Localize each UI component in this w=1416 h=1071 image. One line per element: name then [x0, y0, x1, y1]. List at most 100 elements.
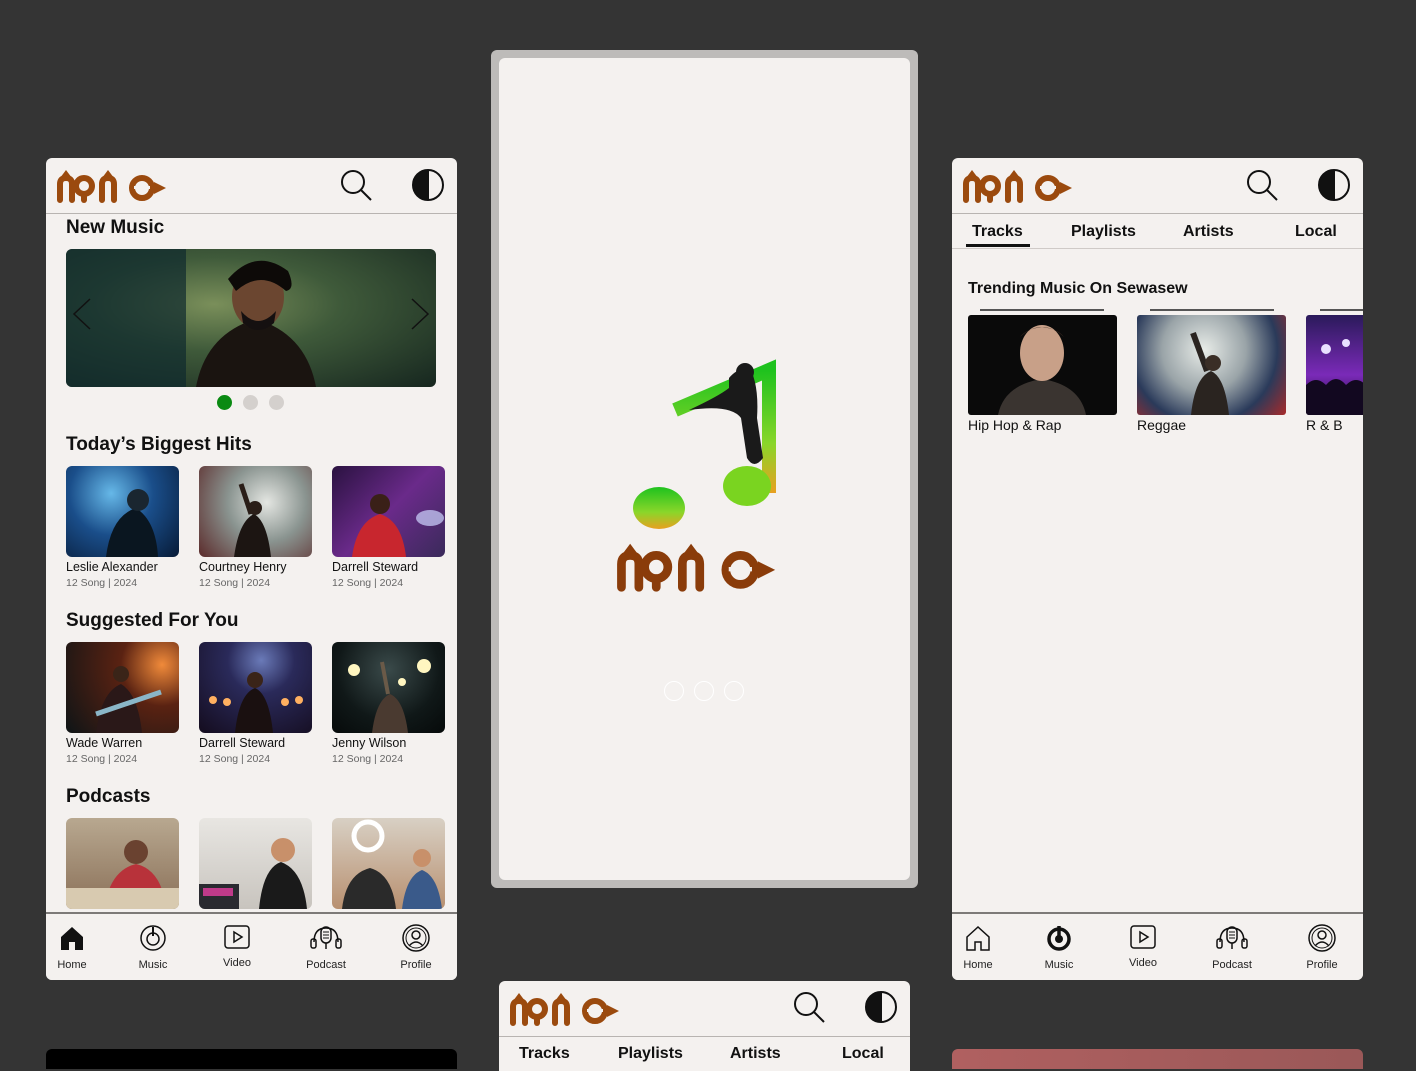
partial-screen-red: [952, 1049, 1363, 1069]
podcasts-title: Podcasts: [66, 786, 151, 807]
hit-name: Leslie Alexander: [66, 560, 158, 574]
genre-line: [1320, 309, 1363, 311]
suggested-meta: 12 Song | 2024: [66, 753, 138, 765]
hit-name: Darrell Steward: [332, 560, 419, 574]
bottom-nav: Home Music Video Podcast Profile: [46, 912, 457, 980]
video-icon: [224, 925, 250, 949]
hit-meta: 12 Song | 2024: [199, 577, 271, 589]
genre-card-artwork[interactable]: [1306, 315, 1363, 415]
genre-name: R & B: [1306, 417, 1343, 433]
hits-title: Today’s Biggest Hits: [66, 434, 252, 455]
tab-active-indicator: [966, 244, 1030, 247]
genre-name: Hip Hop & Rap: [968, 417, 1062, 433]
suggested-card-artwork[interactable]: [332, 642, 445, 733]
suggested-meta: 12 Song | 2024: [332, 753, 404, 765]
theme-toggle-icon[interactable]: [863, 989, 899, 1025]
trending-title: Trending Music On Sewasew: [968, 280, 1188, 297]
genre-card-artwork[interactable]: [1137, 315, 1286, 415]
nav-music-label: Music: [1044, 959, 1074, 971]
splash-logo: [617, 543, 776, 592]
tab-playlists[interactable]: Playlists: [618, 1045, 683, 1063]
chevron-left-icon[interactable]: [70, 297, 94, 331]
new-music-carousel[interactable]: [66, 249, 436, 387]
carousel-dot[interactable]: [269, 395, 284, 410]
podcast-card-artwork[interactable]: [199, 818, 312, 909]
nav-home[interactable]: Home: [952, 924, 1018, 971]
nav-podcast-label: Podcast: [306, 959, 346, 971]
splash-frame: [491, 50, 918, 888]
app-logo[interactable]: [507, 989, 637, 1029]
suggested-card-artwork[interactable]: [66, 642, 179, 733]
music-tabs: Tracks Playlists Artists Local: [952, 214, 1363, 249]
tab-tracks[interactable]: Tracks: [972, 223, 1023, 241]
search-icon[interactable]: [1244, 167, 1280, 203]
bottom-nav: Home Music Video Podcast Profile: [952, 912, 1363, 980]
tab-tracks[interactable]: Tracks: [519, 1045, 570, 1063]
nav-video[interactable]: Video: [1103, 924, 1183, 969]
genre-line: [980, 309, 1104, 311]
theme-toggle-icon[interactable]: [410, 167, 446, 203]
tab-artists[interactable]: Artists: [730, 1045, 781, 1063]
carousel-artwork: [66, 249, 316, 387]
suggested-name: Darrell Steward: [199, 736, 286, 750]
tab-playlists[interactable]: Playlists: [1071, 223, 1136, 241]
carousel-dot[interactable]: [243, 395, 258, 410]
tab-local[interactable]: Local: [842, 1045, 884, 1063]
nav-video-label: Video: [223, 957, 251, 969]
hit-meta: 12 Song | 2024: [66, 577, 138, 589]
new-music-title: New Music: [66, 217, 165, 238]
hit-card-artwork[interactable]: [199, 466, 312, 557]
music-screen: Tracks Playlists Artists Local Trending …: [952, 158, 1363, 980]
music-icon: [140, 925, 166, 951]
partial-topbar: [499, 981, 910, 1037]
carousel-dot-active[interactable]: [217, 395, 232, 410]
nav-music[interactable]: Music: [113, 924, 193, 971]
suggested-name: Wade Warren: [66, 736, 143, 750]
nav-podcast[interactable]: Podcast: [286, 924, 366, 971]
search-icon[interactable]: [338, 167, 374, 203]
nav-podcast[interactable]: Podcast: [1192, 924, 1272, 971]
app-logo[interactable]: [54, 166, 184, 206]
podcast-icon: [310, 926, 342, 949]
nav-profile[interactable]: Profile: [1282, 924, 1362, 971]
nav-home-label: Home: [57, 959, 87, 971]
hit-card-artwork[interactable]: [332, 466, 445, 557]
nav-home[interactable]: Home: [46, 924, 112, 971]
nav-video[interactable]: Video: [197, 924, 277, 969]
video-icon: [1130, 925, 1156, 949]
genre-name: Reggae: [1137, 417, 1187, 433]
partial-screen-dark: [46, 1049, 457, 1069]
app-logo[interactable]: [960, 166, 1090, 206]
nav-profile-label: Profile: [400, 959, 432, 971]
loading-dot: [724, 681, 744, 701]
home-topbar: [46, 158, 457, 214]
loading-dot: [694, 681, 714, 701]
partial-music-screen: Tracks Playlists Artists Local: [499, 981, 910, 1071]
home-icon: [966, 925, 990, 951]
music-note-logo-icon: [633, 359, 776, 529]
suggested-meta: 12 Song | 2024: [199, 753, 271, 765]
home-screen: New Music Today’s Biggest Hits Leslie Al…: [46, 158, 457, 980]
splash-screen: [499, 58, 910, 880]
podcast-card-artwork[interactable]: [66, 818, 179, 909]
chevron-right-icon[interactable]: [408, 297, 432, 331]
music-topbar: [952, 158, 1363, 214]
podcast-card-artwork[interactable]: [332, 818, 445, 909]
hit-card-artwork[interactable]: [66, 466, 179, 557]
nav-profile[interactable]: Profile: [376, 924, 456, 971]
nav-home-label: Home: [963, 959, 993, 971]
theme-toggle-icon[interactable]: [1316, 167, 1352, 203]
genre-card-artwork[interactable]: [968, 315, 1117, 415]
tab-local[interactable]: Local: [1295, 223, 1337, 241]
nav-video-label: Video: [1129, 957, 1157, 969]
genre-line: [1150, 309, 1274, 311]
hit-meta: 12 Song | 2024: [332, 577, 404, 589]
suggested-name: Jenny Wilson: [332, 736, 407, 750]
suggested-card-artwork[interactable]: [199, 642, 312, 733]
tab-artists[interactable]: Artists: [1183, 223, 1234, 241]
hit-name: Courtney Henry: [199, 560, 287, 574]
nav-music[interactable]: Music: [1019, 924, 1099, 971]
suggested-title: Suggested For You: [66, 610, 239, 631]
search-icon[interactable]: [791, 989, 827, 1025]
podcast-icon: [1216, 926, 1248, 949]
